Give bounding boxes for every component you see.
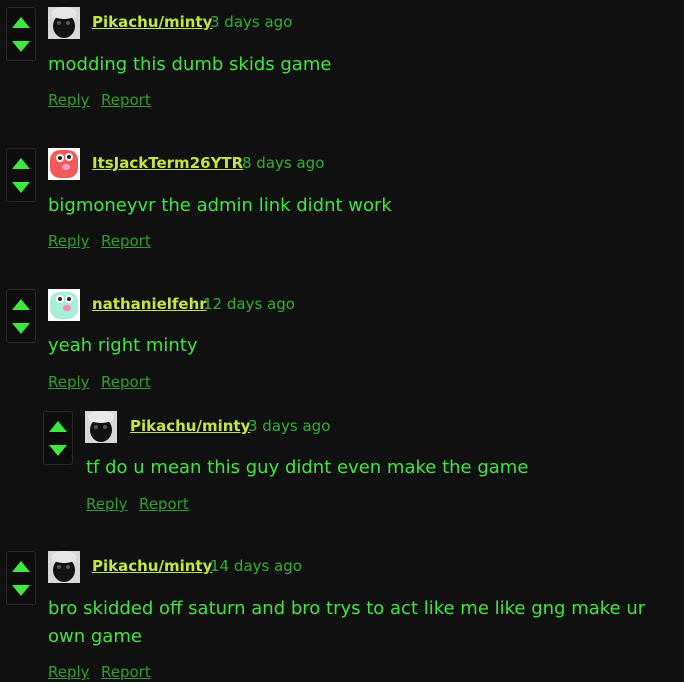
avatar[interactable] (85, 411, 117, 443)
username[interactable]: Pikachu/minty (130, 417, 250, 435)
downvote-arrow-icon[interactable] (49, 445, 67, 456)
comment-text: bigmoneyvr the admin link didnt work (48, 195, 392, 216)
report-link[interactable]: Report (139, 495, 189, 513)
report-link[interactable]: Report (101, 232, 151, 250)
username[interactable]: Pikachu/minty (92, 557, 212, 575)
downvote-arrow-icon[interactable] (12, 182, 30, 193)
downvote-arrow-icon[interactable] (12, 41, 30, 52)
avatar[interactable] (48, 551, 80, 583)
vote-box (6, 289, 36, 343)
report-link[interactable]: Report (101, 663, 151, 681)
upvote-arrow-icon[interactable] (12, 561, 30, 572)
downvote-arrow-icon[interactable] (12, 323, 30, 334)
comment-text: bro skidded off saturn and bro trys to a… (48, 598, 646, 647)
reply-link[interactable]: Reply (48, 232, 90, 250)
avatar[interactable] (48, 289, 80, 321)
timestamp: 12 days ago (203, 295, 295, 313)
timestamp: 3 days ago (248, 417, 331, 435)
timestamp: 3 days ago (210, 13, 293, 31)
timestamp: 14 days ago (210, 557, 302, 575)
downvote-arrow-icon[interactable] (12, 585, 30, 596)
reply-link[interactable]: Reply (48, 91, 90, 109)
report-link[interactable]: Report (101, 373, 151, 391)
upvote-arrow-icon[interactable] (12, 158, 30, 169)
vote-box (6, 551, 36, 605)
comment-text: modding this dumb skids game (48, 54, 332, 75)
username[interactable]: Pikachu/minty (92, 13, 212, 31)
vote-box (6, 148, 36, 202)
upvote-arrow-icon[interactable] (49, 421, 67, 432)
upvote-arrow-icon[interactable] (12, 299, 30, 310)
reply-link[interactable]: Reply (86, 495, 128, 513)
timestamp: 8 days ago (242, 154, 325, 172)
username[interactable]: nathanielfehr (92, 295, 207, 313)
report-link[interactable]: Report (101, 91, 151, 109)
avatar[interactable] (48, 148, 80, 180)
reply-link[interactable]: Reply (48, 663, 90, 681)
reply-link[interactable]: Reply (48, 373, 90, 391)
upvote-arrow-icon[interactable] (12, 17, 30, 28)
comment-text: tf do u mean this guy didnt even make th… (86, 457, 529, 478)
comment-text: yeah right minty (48, 335, 198, 356)
vote-box (6, 7, 36, 61)
username[interactable]: ItsJackTerm26YTR (92, 154, 243, 172)
vote-box (43, 411, 73, 465)
avatar[interactable] (48, 7, 80, 39)
